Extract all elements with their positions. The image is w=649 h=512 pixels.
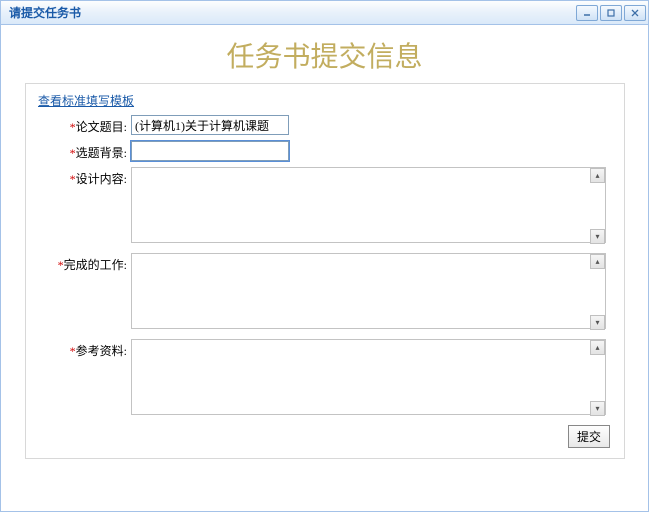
textarea-work[interactable] [131,253,606,329]
template-link[interactable]: 查看标准填写模板 [38,92,614,109]
textarea-wrap-design: ▴ ▾ [131,167,606,247]
row-work: *完成的工作: ▴ ▾ [36,253,614,333]
label-background: *选题背景: [36,141,131,161]
row-thesis-title: *论文题目: [36,115,614,135]
label-design: *设计内容: [36,167,131,187]
window-controls [576,5,646,21]
maximize-icon [607,9,615,17]
submit-button[interactable]: 提交 [568,425,610,448]
maximize-button[interactable] [600,5,622,21]
row-references: *参考资料: ▴ ▾ [36,339,614,419]
scroll-down-icon[interactable]: ▾ [590,229,605,244]
minimize-icon [583,9,591,17]
textarea-wrap-work: ▴ ▾ [131,253,606,333]
window-title: 请提交任务书 [9,4,81,21]
row-design: *设计内容: ▴ ▾ [36,167,614,247]
scroll-down-icon[interactable]: ▾ [590,315,605,330]
label-work: *完成的工作: [36,253,131,273]
page-title: 任务书提交信息 [1,35,648,75]
scroll-up-icon[interactable]: ▴ [590,340,605,355]
label-references: *参考资料: [36,339,131,359]
textarea-wrap-references: ▴ ▾ [131,339,606,419]
submit-row: 提交 [36,425,614,448]
textarea-references[interactable] [131,339,606,415]
minimize-button[interactable] [576,5,598,21]
scroll-up-icon[interactable]: ▴ [590,254,605,269]
titlebar: 请提交任务书 [1,1,648,25]
close-button[interactable] [624,5,646,21]
close-icon [631,9,639,17]
input-thesis-title[interactable] [131,115,289,135]
form-panel: 查看标准填写模板 *论文题目: *选题背景: *设计内容: ▴ ▾ *完成的工作… [25,83,625,459]
scroll-down-icon[interactable]: ▾ [590,401,605,416]
row-background: *选题背景: [36,141,614,161]
window-frame: 请提交任务书 任务书提交信息 查看标准填写模板 *论文题目: *选题背景: *设… [0,0,649,512]
scroll-up-icon[interactable]: ▴ [590,168,605,183]
label-thesis-title: *论文题目: [36,115,131,135]
textarea-design[interactable] [131,167,606,243]
input-background[interactable] [131,141,289,161]
